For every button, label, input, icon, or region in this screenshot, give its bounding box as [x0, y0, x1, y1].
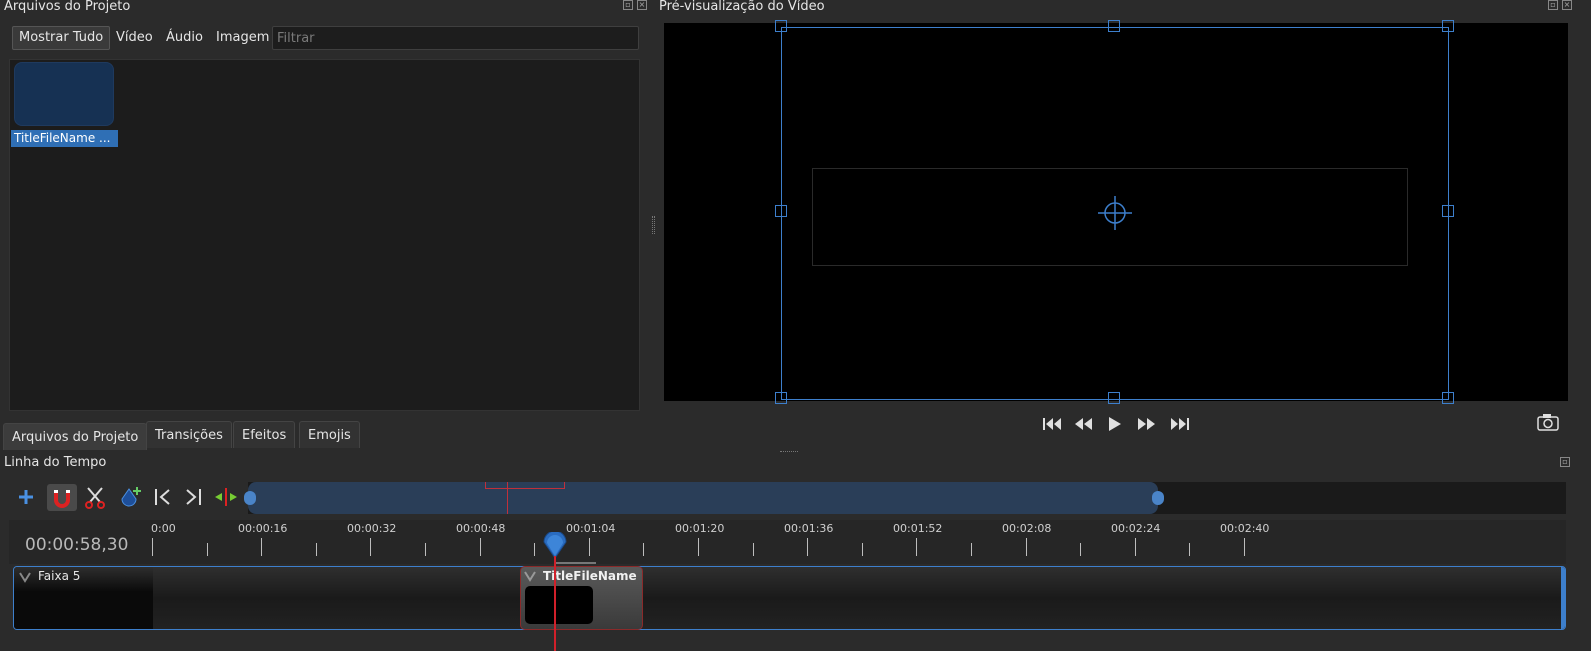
ruler-label: 00:01:04	[566, 522, 616, 535]
track-lane[interactable]	[153, 567, 1565, 629]
ruler-tick	[207, 543, 208, 556]
timeline-title: Linha do Tempo	[4, 455, 107, 470]
ruler-tick	[316, 543, 317, 556]
files-list[interactable]: TitleFileName ...	[9, 59, 640, 411]
ruler-label: 00:02:08	[1002, 522, 1052, 535]
filter-audio-button[interactable]: Áudio	[159, 26, 210, 50]
ruler-tick	[916, 538, 917, 556]
ruler-tick	[862, 543, 863, 556]
rewind-icon[interactable]	[1074, 416, 1094, 432]
previous-marker-icon[interactable]	[153, 487, 175, 507]
ruler-label: 00:02:24	[1111, 522, 1161, 535]
ruler-tick	[589, 538, 590, 556]
float-icon[interactable]: ▫	[1548, 0, 1558, 10]
resize-handle[interactable]	[775, 392, 787, 404]
track-scroll-edge	[1561, 567, 1565, 629]
ruler-tick	[971, 543, 972, 556]
crosshair-icon[interactable]	[1098, 196, 1132, 230]
timeline-clip[interactable]: TitleFileName (...	[520, 566, 643, 630]
ruler-tick	[425, 543, 426, 556]
resize-handle[interactable]	[1442, 205, 1454, 217]
resize-handle[interactable]	[1108, 20, 1120, 32]
tab-effects[interactable]: Efeitos	[233, 421, 296, 448]
ruler-tick	[698, 538, 699, 556]
snapping-toggle[interactable]	[47, 484, 77, 511]
play-icon[interactable]	[1107, 415, 1123, 433]
filter-image-button[interactable]: Imagem	[209, 26, 276, 50]
ruler-tick	[1135, 538, 1136, 556]
clip-title: TitleFileName (...	[543, 569, 641, 583]
tab-emojis[interactable]: Emojis	[299, 421, 360, 448]
resize-handle[interactable]	[1108, 392, 1120, 404]
zoom-range-slider[interactable]	[248, 482, 1158, 514]
add-marker-icon[interactable]	[118, 485, 144, 511]
preview-title: Pré-visualização do Vídeo	[659, 0, 825, 14]
zoom-handle-right[interactable]	[1152, 491, 1164, 505]
filter-show-all-button[interactable]: Mostrar Tudo	[12, 26, 111, 50]
float-icon[interactable]: ▫	[1560, 457, 1570, 467]
ruler-tick	[643, 543, 644, 556]
chevron-down-icon[interactable]	[19, 571, 31, 583]
ruler-tick	[261, 538, 262, 556]
fast-forward-icon[interactable]	[1137, 416, 1157, 432]
next-marker-icon[interactable]	[183, 487, 205, 507]
ruler-tick	[1244, 538, 1245, 556]
tab-transitions[interactable]: Transições	[146, 421, 232, 448]
ruler-label: 00:01:20	[675, 522, 725, 535]
ruler-tick	[534, 543, 535, 556]
resize-handle[interactable]	[775, 20, 787, 32]
ruler-tick	[370, 538, 371, 556]
resize-handle[interactable]	[775, 205, 787, 217]
ruler-label: 00:00:48	[456, 522, 506, 535]
ruler-label: 00:00:32	[347, 522, 397, 535]
ruler-tick	[1080, 543, 1081, 556]
center-playhead-icon[interactable]	[213, 487, 239, 507]
jump-start-icon[interactable]	[1042, 416, 1064, 432]
float-icon[interactable]: ▫	[623, 0, 633, 10]
magnet-icon	[54, 490, 70, 508]
track-header[interactable]: Faixa 5	[14, 567, 153, 629]
viewport-indicator	[485, 482, 565, 489]
resize-handle[interactable]	[1442, 20, 1454, 32]
ruler-label: 00:01:36	[784, 522, 834, 535]
ruler-tick	[807, 538, 808, 556]
zoom-playhead-marker	[507, 482, 508, 514]
project-files-title: Arquivos do Projeto	[4, 0, 131, 14]
ruler-tick	[152, 538, 153, 556]
tab-project-files[interactable]: Arquivos do Projeto	[3, 423, 148, 450]
ruler-label: 00:00:16	[238, 522, 288, 535]
razor-icon[interactable]	[84, 486, 106, 510]
playhead-line[interactable]	[554, 556, 556, 651]
ruler-label: 00:02:40	[1220, 522, 1270, 535]
splitter-handle[interactable]	[780, 451, 798, 454]
ruler-tick	[1189, 543, 1190, 556]
filter-video-button[interactable]: Vídeo	[109, 26, 160, 50]
zoom-handle-left[interactable]	[244, 491, 256, 505]
clip-thumbnail	[525, 586, 593, 624]
file-name-label[interactable]: TitleFileName ...	[11, 130, 118, 147]
ruler-label: 0:00	[151, 522, 176, 535]
playhead-track-marker	[556, 562, 596, 564]
current-time-display: 00:00:58,30	[25, 535, 129, 555]
video-preview-canvas[interactable]	[664, 20, 1568, 404]
resize-handle[interactable]	[1442, 392, 1454, 404]
ruler-tick	[1026, 538, 1027, 556]
jump-end-icon[interactable]	[1169, 416, 1191, 432]
close-icon[interactable]: ×	[637, 0, 647, 10]
add-track-icon[interactable]	[16, 487, 36, 507]
timeline-track[interactable]: Faixa 5	[13, 566, 1566, 630]
close-icon[interactable]: ×	[1562, 0, 1572, 10]
timeline-zoom-bar[interactable]	[244, 482, 1566, 514]
track-name: Faixa 5	[38, 569, 81, 583]
ruler-tick	[753, 543, 754, 556]
ruler-label: 00:01:52	[893, 522, 943, 535]
chevron-down-icon[interactable]	[524, 570, 536, 582]
splitter-handle[interactable]	[652, 216, 655, 234]
ruler-tick	[480, 538, 481, 556]
camera-icon[interactable]	[1537, 413, 1559, 431]
file-thumbnail[interactable]	[14, 62, 114, 126]
filter-search-input[interactable]	[272, 26, 639, 50]
